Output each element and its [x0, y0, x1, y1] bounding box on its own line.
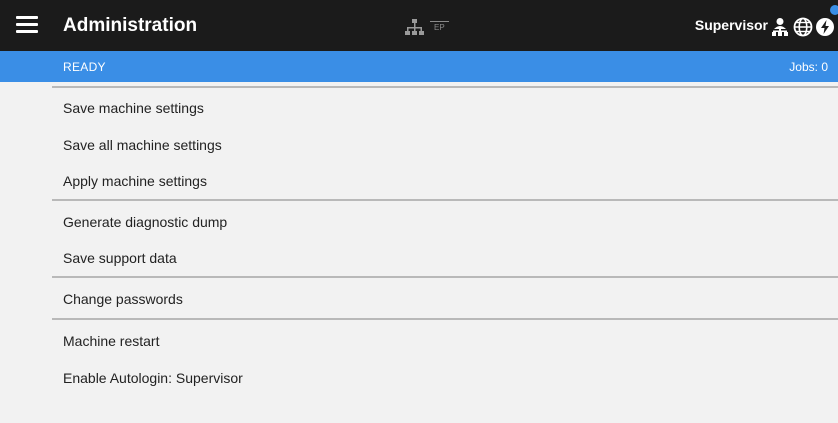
- apply-machine-settings-item[interactable]: Apply machine settings: [63, 173, 207, 189]
- generate-diagnostic-dump-item[interactable]: Generate diagnostic dump: [63, 214, 227, 230]
- hamburger-menu-icon[interactable]: [16, 16, 38, 34]
- divider: [52, 276, 838, 278]
- enable-autologin-item[interactable]: Enable Autologin: Supervisor: [63, 370, 243, 386]
- page-title: Administration: [63, 15, 198, 36]
- network-status: EP: [404, 18, 464, 38]
- save-machine-settings-item[interactable]: Save machine settings: [63, 100, 204, 116]
- save-support-data-item[interactable]: Save support data: [63, 250, 177, 266]
- top-app-bar: Administration EP Supervisor: [0, 0, 838, 51]
- divider: [52, 318, 838, 320]
- notification-badge: [830, 5, 838, 15]
- divider: [52, 199, 838, 201]
- status-bar: READY Jobs: 0: [0, 51, 838, 82]
- save-all-machine-settings-item[interactable]: Save all machine settings: [63, 137, 222, 153]
- user-name: Supervisor: [694, 17, 768, 33]
- globe-icon[interactable]: [793, 17, 813, 37]
- divider: [52, 86, 838, 88]
- network-tree-icon: [405, 19, 424, 35]
- jobs-count: Jobs: 0: [789, 60, 828, 74]
- machine-restart-item[interactable]: Machine restart: [63, 333, 159, 349]
- user-network-icon[interactable]: [770, 17, 790, 37]
- change-passwords-item[interactable]: Change passwords: [63, 291, 183, 307]
- power-icon[interactable]: [815, 17, 835, 37]
- ep-label: EP: [430, 21, 449, 32]
- machine-status: READY: [63, 60, 106, 74]
